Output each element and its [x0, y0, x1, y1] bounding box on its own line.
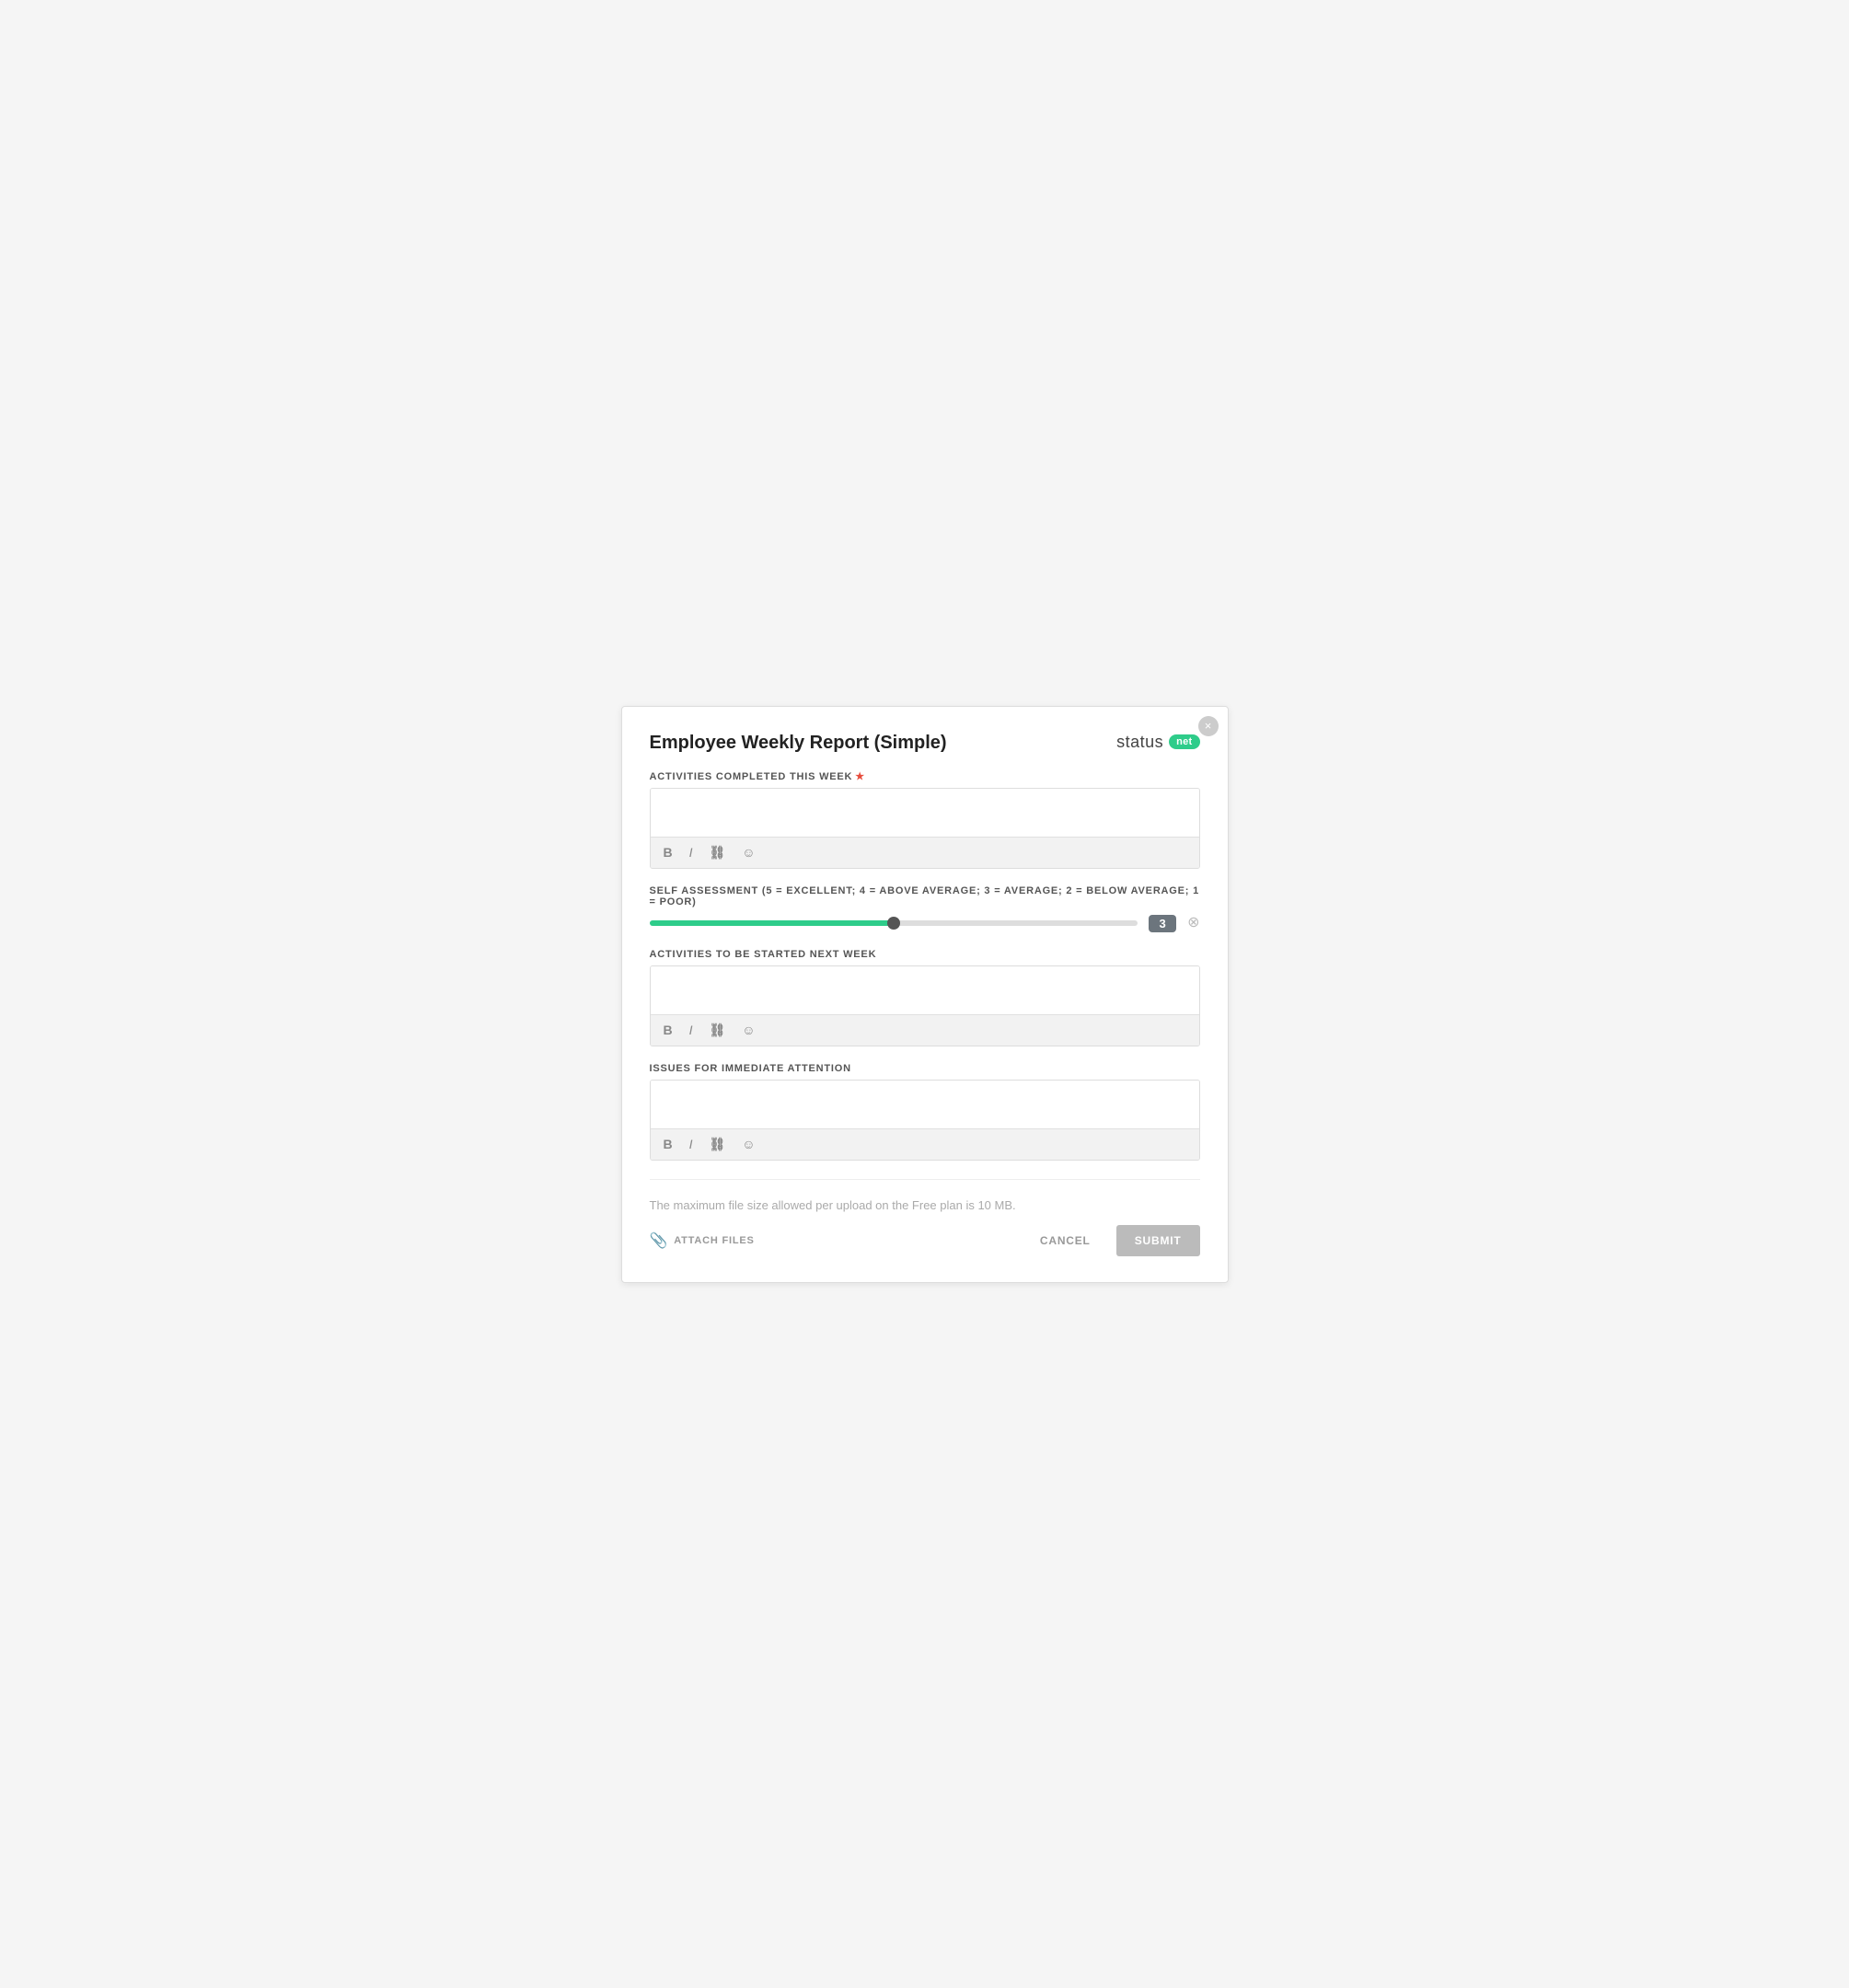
issues-input[interactable] [651, 1081, 1199, 1128]
activities-next-week-input[interactable] [651, 966, 1199, 1014]
activities-next-week-toolbar: B I ⛓ ☺ [651, 1014, 1199, 1046]
activities-this-week-label: ACTIVITIES COMPLETED THIS WEEK★ [650, 770, 1200, 782]
link-icon-1: ⛓ [710, 845, 726, 860]
link-button-1[interactable]: ⛓ [706, 843, 730, 862]
form-footer: 📎 ATTACH FILES CANCEL SUBMIT [650, 1225, 1200, 1256]
issues-label: ISSUES FOR IMMEDIATE ATTENTION [650, 1063, 1200, 1074]
attach-files-button[interactable]: 📎 ATTACH FILES [650, 1231, 755, 1250]
issues-section: ISSUES FOR IMMEDIATE ATTENTION B I ⛓ ☺ [650, 1063, 1200, 1161]
activities-next-week-editor: B I ⛓ ☺ [650, 965, 1200, 1046]
link-button-2[interactable]: ⛓ [706, 1021, 730, 1040]
emoji-button-2[interactable]: ☺ [738, 1021, 758, 1039]
emoji-button-1[interactable]: ☺ [738, 843, 758, 861]
slider-row: 3 ⊗ [650, 915, 1200, 932]
link-button-3[interactable]: ⛓ [706, 1135, 730, 1154]
emoji-icon-2: ☺ [742, 1023, 755, 1037]
activities-this-week-input[interactable] [651, 789, 1199, 837]
modal-title: Employee Weekly Report (Simple) [650, 733, 947, 754]
modal-header: Employee Weekly Report (Simple) status n… [650, 733, 1200, 754]
modal-dialog: Employee Weekly Report (Simple) status n… [621, 706, 1229, 1283]
bold-button-1[interactable]: B [660, 843, 676, 861]
activities-this-week-editor: B I ⛓ ☺ [650, 788, 1200, 869]
self-assessment-label: SELF ASSESSMENT (5 = EXCELLENT; 4 = ABOV… [650, 885, 1200, 907]
activities-this-week-section: ACTIVITIES COMPLETED THIS WEEK★ B I ⛓ ☺ [650, 770, 1200, 869]
italic-button-1[interactable]: I [686, 843, 697, 861]
required-star: ★ [855, 771, 865, 782]
link-icon-2: ⛓ [710, 1023, 726, 1037]
link-icon-3: ⛓ [710, 1137, 726, 1151]
paperclip-icon: 📎 [650, 1231, 669, 1250]
submit-button[interactable]: SUBMIT [1116, 1225, 1200, 1256]
brand-badge: net [1169, 734, 1199, 749]
form-divider [650, 1179, 1200, 1180]
modal-overlay: Employee Weekly Report (Simple) status n… [0, 0, 1849, 1988]
bold-button-3[interactable]: B [660, 1135, 676, 1153]
slider-track-container [650, 920, 1138, 926]
issues-editor: B I ⛓ ☺ [650, 1080, 1200, 1161]
emoji-icon-3: ☺ [742, 1137, 755, 1151]
emoji-icon-1: ☺ [742, 845, 755, 860]
file-info-text: The maximum file size allowed per upload… [650, 1198, 1200, 1212]
slider-value-badge: 3 [1149, 915, 1176, 932]
italic-button-2[interactable]: I [686, 1021, 697, 1039]
footer-actions: CANCEL SUBMIT [1029, 1225, 1200, 1256]
issues-toolbar: B I ⛓ ☺ [651, 1128, 1199, 1160]
brand-text: status [1116, 733, 1163, 752]
activities-next-week-label: ACTIVITIES TO BE STARTED NEXT WEEK [650, 949, 1200, 960]
close-button[interactable]: × [1198, 716, 1219, 736]
italic-button-3[interactable]: I [686, 1135, 697, 1153]
bold-button-2[interactable]: B [660, 1021, 676, 1039]
brand-logo: status net [1116, 733, 1199, 752]
cancel-button[interactable]: CANCEL [1029, 1227, 1102, 1254]
activities-this-week-toolbar: B I ⛓ ☺ [651, 837, 1199, 868]
self-assessment-section: SELF ASSESSMENT (5 = EXCELLENT; 4 = ABOV… [650, 885, 1200, 932]
modal-title-group: Employee Weekly Report (Simple) [650, 733, 947, 754]
slider-clear-button[interactable]: ⊗ [1187, 916, 1199, 930]
activities-next-week-section: ACTIVITIES TO BE STARTED NEXT WEEK B I ⛓… [650, 949, 1200, 1046]
emoji-button-3[interactable]: ☺ [738, 1135, 758, 1153]
slider-thumb [887, 917, 900, 930]
